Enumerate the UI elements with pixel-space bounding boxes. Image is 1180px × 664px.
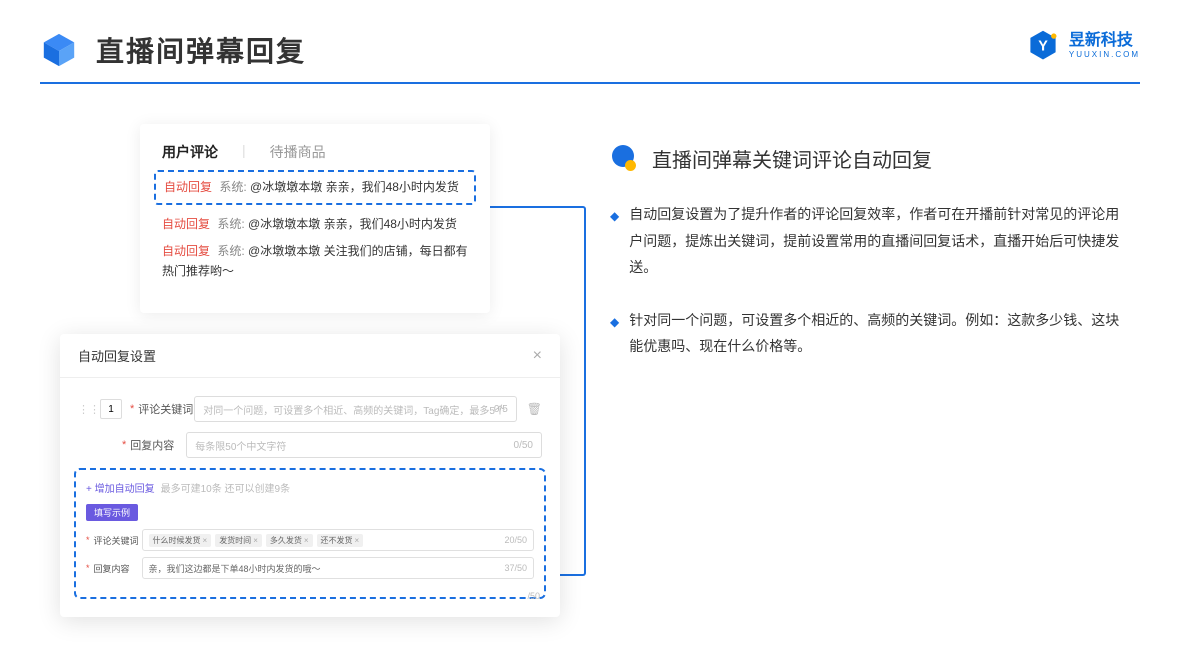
keyword-label: 评论关键词 xyxy=(138,401,194,417)
bubble-icon xyxy=(610,145,638,173)
auto-reply-settings-modal: 自动回复设置 × ⋮⋮ 1 * 评论关键词 对同一个问题，可设置多个相近、高频的… xyxy=(60,334,560,617)
rule-number: 1 xyxy=(100,399,122,419)
modal-title: 自动回复设置 xyxy=(78,346,156,365)
diamond-icon: ◆ xyxy=(610,205,619,281)
keyword-chip[interactable]: 还不发货× xyxy=(317,534,364,547)
example-keyword-input[interactable]: 什么时候发货× 发货时间× 多久发货× 还不发货× 20/50 xyxy=(142,529,534,551)
add-auto-reply-link[interactable]: + 增加自动回复 xyxy=(86,480,155,495)
reply-content-label: 回复内容 xyxy=(130,437,186,453)
reply-content-input[interactable]: 每条限50个中文字符 0/50 xyxy=(186,432,542,458)
bullet-item: ◆ 自动回复设置为了提升作者的评论回复效率，作者可在开播前针对常见的评论用户问题… xyxy=(610,201,1130,281)
comment-row: 自动回复 系统: @冰墩墩本墩 关注我们的店铺，每日都有热门推荐哟～ xyxy=(162,242,468,280)
outer-counter: /50 xyxy=(527,591,540,601)
example-box: + 增加自动回复 最多可建10条 还可以创建9条 填写示例 * 评论关键词 什么… xyxy=(74,468,546,599)
cube-icon xyxy=(40,31,78,69)
diamond-icon: ◆ xyxy=(610,311,619,360)
brand-name-en: YUUXIN.COM xyxy=(1069,51,1140,59)
section-title: 直播间弹幕关键词评论自动回复 xyxy=(652,144,932,173)
page-title: 直播间弹幕回复 xyxy=(96,30,306,70)
delete-icon[interactable]: 🗑 xyxy=(527,402,542,416)
keyword-chip[interactable]: 多久发货× xyxy=(266,534,313,547)
example-badge: 填写示例 xyxy=(86,504,138,521)
comment-row-highlighted: 自动回复 系统: @冰墩墩本墩 亲亲，我们48小时内发货 xyxy=(154,170,476,205)
tab-user-comments[interactable]: 用户评论 xyxy=(162,142,218,162)
example-reply-input[interactable]: 亲，我们这边都是下单48小时内发货的哦～ 37/50 xyxy=(142,557,534,579)
keyword-chip[interactable]: 发货时间× xyxy=(215,534,262,547)
keyword-input[interactable]: 对同一个问题，可设置多个相近、高频的关键词，Tag确定，最多5个 0/5 xyxy=(194,396,516,422)
add-hint: 最多可建10条 还可以创建9条 xyxy=(161,480,290,495)
comments-card: 用户评论 | 待播商品 自动回复 系统: @冰墩墩本墩 亲亲，我们48小时内发货… xyxy=(140,124,490,313)
close-icon[interactable]: × xyxy=(533,347,542,365)
brand-logo: Y 昱新科技 YUUXIN.COM xyxy=(1025,28,1140,64)
comment-row: 自动回复 系统: @冰墩墩本墩 亲亲，我们48小时内发货 xyxy=(162,215,468,234)
drag-handle-icon[interactable]: ⋮⋮ xyxy=(78,403,92,416)
keyword-chip[interactable]: 什么时候发货× xyxy=(149,534,212,547)
svg-text:Y: Y xyxy=(1038,39,1048,55)
bullet-item: ◆ 针对同一个问题，可设置多个相近的、高频的关键词。例如：这款多少钱、这块能优惠… xyxy=(610,307,1130,360)
brand-name-cn: 昱新科技 xyxy=(1069,33,1140,49)
tab-pending-goods[interactable]: 待播商品 xyxy=(270,142,326,162)
